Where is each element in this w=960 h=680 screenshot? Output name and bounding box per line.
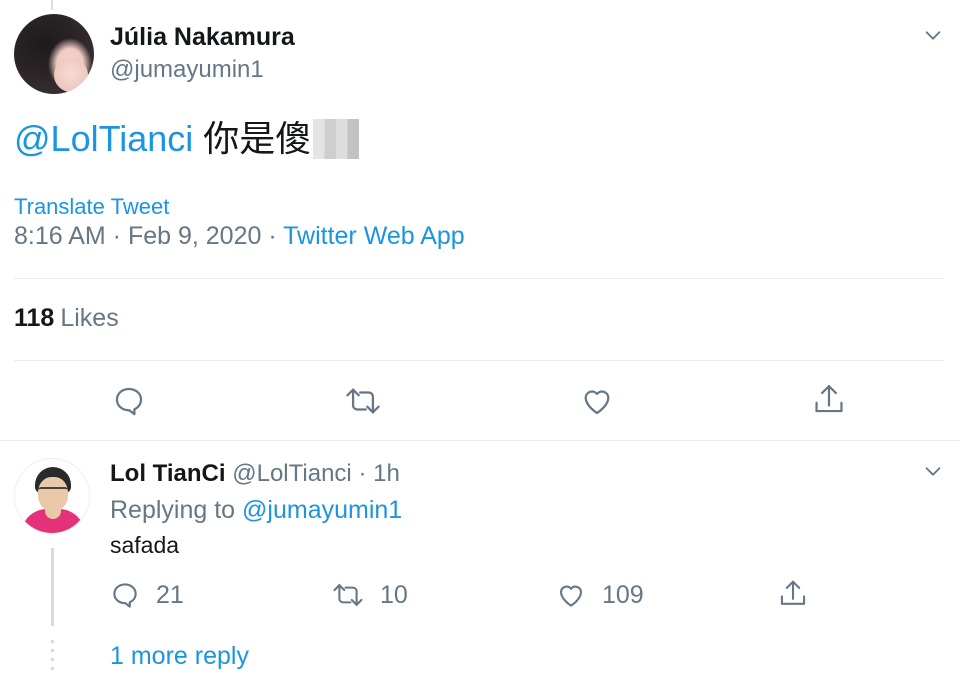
tweet-text: @LolTianci 你是傻 [14,110,360,162]
chevron-down-icon[interactable] [922,24,944,46]
retweet-icon [346,388,380,414]
separator-dot: · [358,460,367,487]
divider [14,278,944,279]
translate-tweet-link[interactable]: Translate Tweet [14,194,169,220]
author-handle[interactable]: @jumayumin1 [110,56,264,84]
like-count: 109 [602,580,644,609]
tweet-timestamp[interactable]: 8:16 AM · Feb 9, 2020 · [14,222,283,250]
reply-button[interactable] [112,384,146,418]
retweet-button[interactable]: 10 [332,580,408,610]
tweet-mention-link[interactable]: @LolTianci [14,118,193,159]
main-tweet: Júlia Nakamura @jumayumin1 @LolTianci 你是… [0,0,960,441]
tweet-separator [0,440,960,441]
retweet-icon [333,584,363,606]
tweet-thread-page: Júlia Nakamura @jumayumin1 @LolTianci 你是… [0,0,960,680]
reply-author-handle[interactable]: @LolTianci [232,460,352,487]
replying-to-prefix: Replying to [110,496,243,524]
retweet-count: 10 [380,580,408,609]
tweet-meta: 8:16 AM · Feb 9, 2020 · Twitter Web App [14,222,465,251]
tweet-body: 你是傻 [203,118,312,159]
like-button[interactable] [580,384,614,418]
heart-icon [584,390,610,415]
author-avatar[interactable] [14,14,94,94]
share-button[interactable] [778,578,808,610]
share-icon [780,580,806,605]
reply-author-avatar[interactable] [14,458,90,534]
reply-count: 21 [156,580,184,609]
reply-button[interactable]: 21 [110,580,184,610]
replying-to-mention[interactable]: @jumayumin1 [242,496,402,524]
chevron-down-icon[interactable] [922,460,944,482]
like-button[interactable]: 109 [556,580,644,610]
divider [14,360,944,361]
replying-to: Replying to @jumayumin1 [110,496,402,525]
thread-connector-dotted [51,640,54,676]
likes-stat[interactable]: 118 Likes [14,304,119,333]
likes-label: Likes [60,304,119,332]
share-icon [815,385,843,413]
more-replies-link[interactable]: 1 more reply [110,642,249,671]
retweet-button[interactable] [344,384,382,418]
share-button[interactable] [812,382,846,418]
thread-connector [51,548,54,626]
reply-header: Lol TianCi @LolTianci · 1h [110,460,400,488]
comment-icon [115,387,143,416]
tweet-source-link[interactable]: Twitter Web App [283,222,465,250]
heart-icon [559,585,583,607]
reply-text: safada [110,532,180,558]
author-name[interactable]: Júlia Nakamura [110,23,295,52]
censored-blur [313,119,360,159]
reply-time[interactable]: 1h [373,460,400,487]
reply-author-name[interactable]: Lol TianCi [110,460,226,487]
likes-count: 118 [14,304,55,332]
comment-icon [113,583,137,608]
